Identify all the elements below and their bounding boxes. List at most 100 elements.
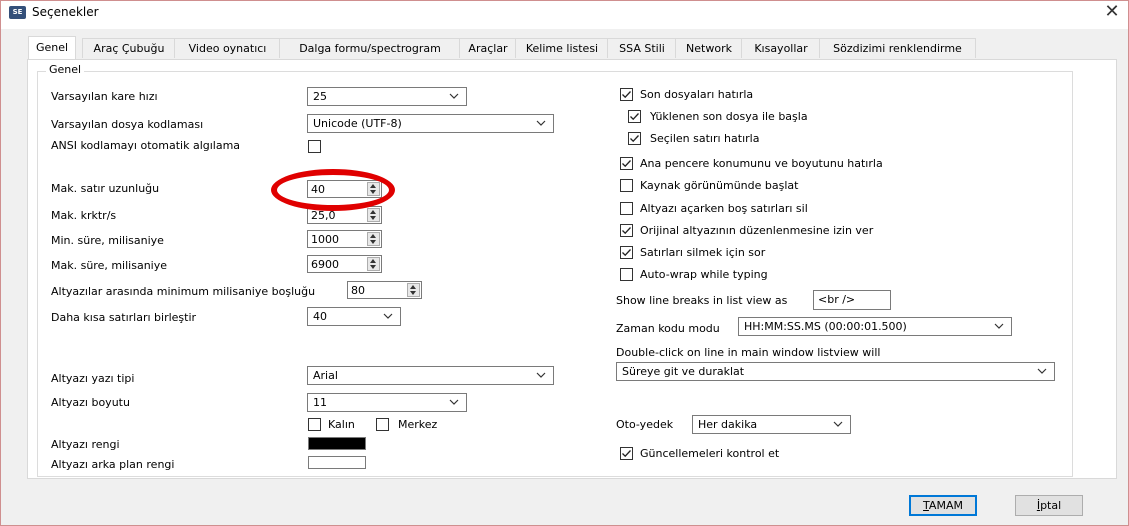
tab-dalga-formu[interactable]: Dalga formu/spectrogram — [279, 38, 461, 58]
chevron-down-icon — [449, 399, 459, 405]
chevron-down-icon — [833, 421, 843, 427]
app-icon: SE — [9, 6, 26, 19]
merge-shorter-value: 40 — [313, 310, 327, 323]
font-name-value: Arial — [313, 369, 338, 382]
spin-buttons-icon[interactable] — [367, 232, 380, 246]
allow-edit-original-label: Orijinal altyazının düzenlenmesine izin … — [640, 224, 874, 237]
cancel-button[interactable]: İptal — [1015, 495, 1083, 516]
remember-recent-checkbox[interactable] — [620, 88, 633, 101]
groupbox-title: Genel — [46, 63, 85, 76]
tab-genel[interactable]: Genel — [28, 36, 76, 59]
double-click-combo[interactable]: Süreye git ve duraklat — [616, 362, 1055, 381]
max-line-length-label: Mak. satır uzunluğu — [51, 182, 160, 195]
auto-wrap-checkbox[interactable] — [620, 268, 633, 281]
max-line-length-value: 40 — [311, 183, 325, 196]
font-color-label: Altyazı rengi — [51, 438, 120, 451]
auto-backup-value: Her dakika — [698, 418, 758, 431]
min-duration-label: Min. süre, milisaniye — [51, 234, 164, 247]
tab-araclar[interactable]: Araçlar — [459, 38, 517, 58]
close-icon[interactable]: ✕ — [1098, 0, 1126, 24]
spin-buttons-icon[interactable] — [367, 182, 380, 196]
start-source-view-label: Kaynak görünümünde başlat — [640, 179, 799, 192]
tab-ssa-stili[interactable]: SSA Stili — [607, 38, 677, 58]
remember-window-label: Ana pencere konumunu ve boyutunu hatırla — [640, 157, 883, 170]
frame-rate-value: 25 — [313, 90, 327, 103]
max-duration-value: 6900 — [311, 258, 339, 271]
remove-blank-lines-label: Altyazı açarken boş satırları sil — [640, 202, 808, 215]
start-with-last-checkbox[interactable] — [628, 110, 641, 123]
prompt-delete-lines-label: Satırları silmek için sor — [640, 246, 766, 259]
ok-button-rest: AMAM — [928, 499, 963, 512]
chevron-down-icon — [1037, 368, 1047, 374]
auto-wrap-label: Auto-wrap while typing — [640, 268, 768, 281]
tab-kisayollar[interactable]: Kısayollar — [741, 38, 821, 58]
double-click-label: Double-click on line in main window list… — [616, 346, 881, 359]
line-breaks-input[interactable]: <br /> — [813, 290, 891, 310]
check-updates-label: Güncellemeleri kontrol et — [640, 447, 780, 460]
remember-recent-label: Son dosyaları hatırla — [640, 88, 754, 101]
chevron-down-icon — [536, 372, 546, 378]
min-gap-stepper[interactable]: 80 — [347, 281, 422, 299]
chevron-down-icon — [449, 93, 459, 99]
encoding-label: Varsayılan dosya kodlaması — [51, 118, 204, 131]
auto-backup-combo[interactable]: Her dakika — [692, 415, 851, 434]
bold-checkbox[interactable] — [308, 418, 321, 431]
background-color-swatch[interactable] — [308, 456, 366, 469]
merge-shorter-combo[interactable]: 40 — [307, 307, 401, 326]
font-name-label: Altyazı yazı tipi — [51, 372, 135, 385]
timecode-mode-combo[interactable]: HH:MM:SS.MS (00:00:01.500) — [738, 317, 1012, 336]
spin-buttons-icon[interactable] — [367, 208, 380, 222]
font-size-combo[interactable]: 11 — [307, 393, 467, 412]
max-cps-value: 25,0 — [311, 209, 336, 222]
frame-rate-label: Varsayılan kare hızı — [51, 90, 158, 103]
allow-edit-original-checkbox[interactable] — [620, 224, 633, 237]
tab-sozdizimi[interactable]: Sözdizimi renklendirme — [819, 38, 976, 58]
min-duration-value: 1000 — [311, 233, 339, 246]
tab-video-oynatici[interactable]: Video oynatıcı — [174, 38, 281, 58]
min-duration-stepper[interactable]: 1000 — [307, 230, 382, 248]
chevron-down-icon — [536, 120, 546, 126]
tab-network[interactable]: Network — [675, 38, 743, 58]
ansi-autodetect-checkbox[interactable] — [308, 140, 321, 153]
center-checkbox[interactable] — [376, 418, 389, 431]
prompt-delete-lines-checkbox[interactable] — [620, 246, 633, 259]
font-size-label: Altyazı boyutu — [51, 396, 130, 409]
remember-window-checkbox[interactable] — [620, 157, 633, 170]
min-gap-value: 80 — [351, 284, 365, 297]
start-with-last-label: Yüklenen son dosya ile başla — [650, 110, 808, 123]
start-source-view-checkbox[interactable] — [620, 179, 633, 192]
background-color-label: Altyazı arka plan rengi — [51, 458, 175, 471]
chevron-down-icon — [994, 323, 1004, 329]
font-size-value: 11 — [313, 396, 327, 409]
spin-buttons-icon[interactable] — [407, 283, 420, 297]
max-duration-label: Mak. süre, milisaniye — [51, 259, 167, 272]
remember-selected-checkbox[interactable] — [628, 132, 641, 145]
tab-arac-cubugu[interactable]: Araç Çubuğu — [82, 38, 176, 58]
bold-label: Kalın — [328, 418, 355, 431]
encoding-value: Unicode (UTF-8) — [313, 117, 402, 130]
title-bar — [1, 1, 1128, 29]
font-name-combo[interactable]: Arial — [307, 366, 554, 385]
tab-kelime-listesi[interactable]: Kelime listesi — [515, 38, 609, 58]
max-duration-stepper[interactable]: 6900 — [307, 255, 382, 273]
max-cps-stepper[interactable]: 25,0 — [307, 206, 382, 224]
general-groupbox — [37, 71, 1073, 477]
min-gap-label: Altyazılar arasında minimum milisaniye b… — [51, 285, 316, 298]
ok-button[interactable]: TAMAM — [909, 495, 977, 516]
remove-blank-lines-checkbox[interactable] — [620, 202, 633, 215]
max-cps-label: Mak. krktr/s — [51, 209, 117, 222]
check-updates-checkbox[interactable] — [620, 447, 633, 460]
chevron-down-icon — [383, 313, 393, 319]
frame-rate-combo[interactable]: 25 — [307, 87, 467, 106]
auto-backup-label: Oto-yedek — [616, 418, 674, 431]
max-line-length-stepper[interactable]: 40 — [307, 180, 382, 198]
line-breaks-value: <br /> — [818, 293, 856, 306]
cancel-button-rest: ptal — [1040, 499, 1062, 512]
timecode-mode-label: Zaman kodu modu — [616, 322, 720, 335]
line-breaks-label: Show line breaks in list view as — [616, 294, 788, 307]
font-color-swatch[interactable] — [308, 437, 366, 450]
center-label: Merkez — [398, 418, 438, 431]
window-title: Seçenekler — [32, 5, 99, 19]
encoding-combo[interactable]: Unicode (UTF-8) — [307, 114, 554, 133]
spin-buttons-icon[interactable] — [367, 257, 380, 271]
